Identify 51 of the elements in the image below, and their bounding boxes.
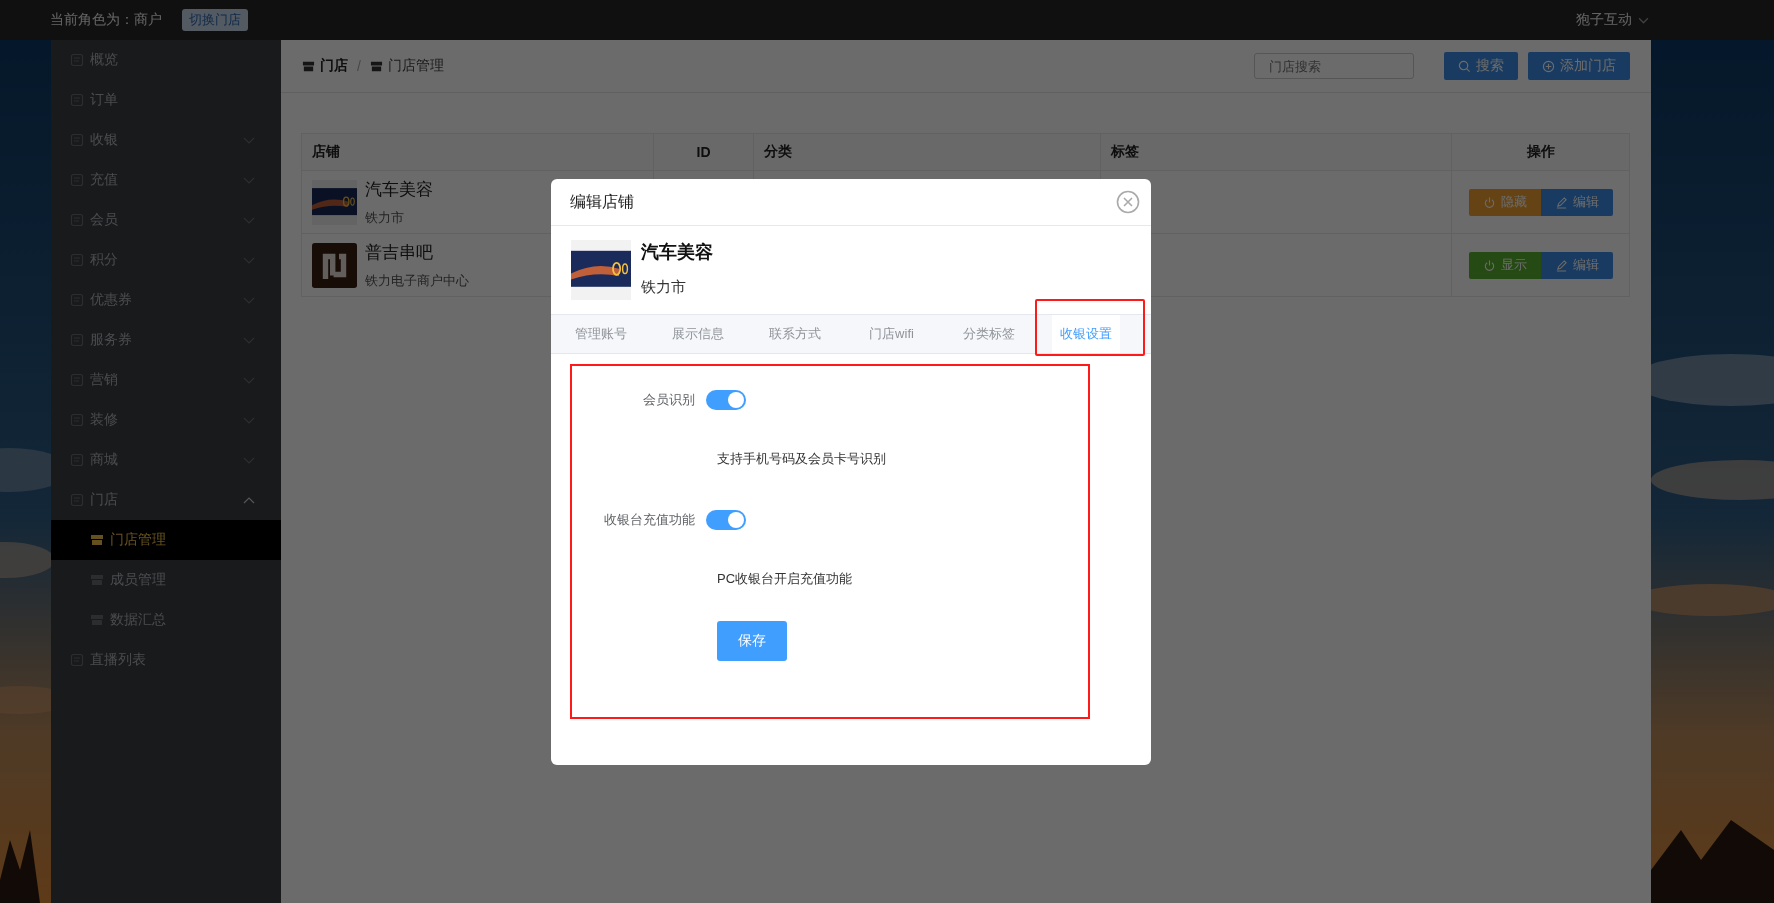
hide-button[interactable]: 隐藏 bbox=[1468, 188, 1541, 216]
plus-circle-icon bbox=[1542, 59, 1555, 73]
pencil-icon bbox=[1554, 258, 1568, 272]
tab[interactable]: 联系方式 bbox=[760, 315, 829, 353]
close-button[interactable] bbox=[1115, 189, 1141, 215]
show-button[interactable]: 显示 bbox=[1468, 251, 1541, 279]
column-header: ID bbox=[653, 134, 753, 170]
tab[interactable]: 管理账号 bbox=[566, 315, 635, 353]
toggle-switch[interactable] bbox=[706, 390, 746, 410]
role-label: 当前角色为：商户 bbox=[50, 11, 162, 29]
store-icon bbox=[369, 59, 383, 73]
power-icon bbox=[1482, 258, 1496, 272]
tab[interactable]: 展示信息 bbox=[663, 315, 732, 353]
breadcrumb-link[interactable]: 门店管理 bbox=[387, 57, 444, 75]
edit-button[interactable]: 编辑 bbox=[1540, 251, 1613, 279]
breadcrumb-separator: / bbox=[357, 58, 361, 74]
column-header: 操作 bbox=[1451, 134, 1629, 170]
sidebar-item[interactable]: 门店管理 bbox=[51, 520, 281, 560]
logo-icon bbox=[312, 242, 357, 288]
column-header: 分类 bbox=[753, 134, 1100, 170]
store-icon bbox=[90, 533, 104, 547]
power-icon bbox=[1482, 195, 1496, 209]
tab[interactable]: 分类标签 bbox=[954, 315, 1023, 353]
column-header: 店铺 bbox=[311, 142, 341, 161]
breadcrumb-link[interactable]: 门店 bbox=[320, 57, 348, 75]
store-city: 铁力市 bbox=[365, 208, 405, 227]
setting-label: 收银台充值功能 bbox=[603, 511, 696, 529]
store-name: 普吉串吧 bbox=[365, 241, 434, 264]
toggle-switch[interactable] bbox=[706, 510, 746, 530]
setting-description: 支持手机号码及会员卡号识别 bbox=[717, 450, 887, 468]
dialog-title: 编辑店铺 bbox=[570, 191, 634, 212]
chevron-icon bbox=[1638, 16, 1649, 24]
user-menu[interactable]: 狍子互动 bbox=[1576, 11, 1649, 29]
setting-label: 会员识别 bbox=[642, 391, 696, 409]
store-thumbnail bbox=[312, 179, 357, 225]
save-button[interactable]: 保存 bbox=[717, 621, 787, 661]
search-button[interactable]: 搜索 bbox=[1444, 52, 1518, 80]
pencil-icon bbox=[1554, 195, 1568, 209]
store-thumbnail bbox=[571, 240, 631, 300]
store-name: 汽车美容 bbox=[365, 178, 433, 201]
setting-description: PC收银台开启充值功能 bbox=[717, 570, 854, 588]
store-city: 铁力电子商户中心 bbox=[365, 271, 469, 290]
column-header: 标签 bbox=[1100, 134, 1451, 170]
edit-button[interactable]: 编辑 bbox=[1540, 188, 1613, 216]
store-name: 汽车美容 bbox=[641, 241, 713, 264]
tab[interactable]: 门店wifi bbox=[861, 315, 922, 353]
add-store-button[interactable]: 添加门店 bbox=[1528, 52, 1630, 80]
store-icon bbox=[302, 59, 315, 73]
search-icon bbox=[1458, 59, 1471, 73]
tab[interactable]: 收银设置 bbox=[1051, 315, 1120, 353]
store-city: 铁力市 bbox=[641, 278, 687, 297]
